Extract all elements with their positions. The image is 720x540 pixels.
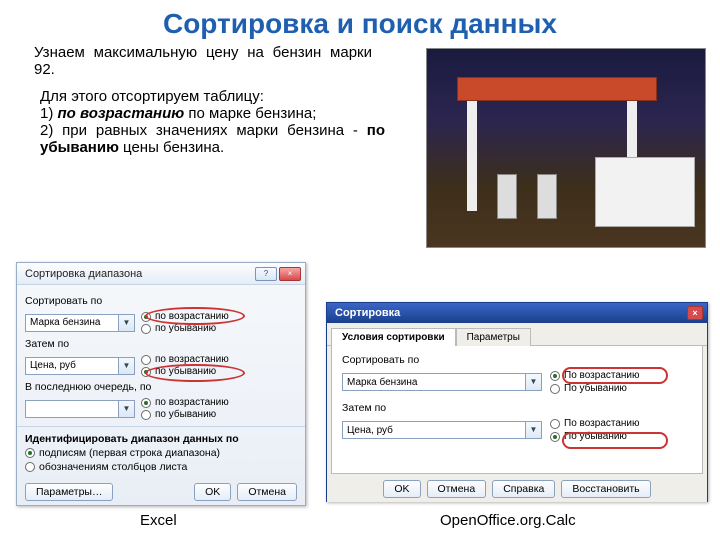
chevron-down-icon: ▼ [118,401,134,417]
oo-desc2-radio[interactable] [550,432,560,442]
body-lead: Для этого отсортируем таблицу: [40,88,385,105]
excel-id1-radio[interactable] [25,448,35,458]
body-item-1: 1) по возрастанию по марке бензина; [40,105,385,122]
body-item-2: 2) при равных значениях марки бензина - … [40,122,385,156]
oo-asc2-label: По возрастанию [564,418,640,429]
excel-cancel-button[interactable]: Отмена [237,483,297,501]
excel-desc3-label: по убыванию [155,409,216,420]
excel-params-button[interactable]: Параметры… [25,483,113,501]
excel-sort-dialog: Сортировка диапазона ? × Сортировать по … [16,262,306,506]
excel-asc1-label: по возрастанию [155,311,229,322]
oo-field2-value: Цена, руб [347,425,393,436]
intro-text: Узнаем максимальную цену на бензин марки… [0,44,400,84]
excel-asc3-label: по возрастанию [155,397,229,408]
excel-asc3-radio[interactable] [141,398,151,408]
oo-thenby-label: Затем по [342,402,692,414]
excel-field1-value: Марка бензина [30,317,100,328]
oo-titlebar: Сортировка × [327,303,707,323]
excel-desc1-radio[interactable] [141,324,151,334]
excel-thenby-label: Затем по [25,338,297,350]
excel-asc2-label: по возрастанию [155,354,229,365]
oo-field2-combo[interactable]: Цена, руб ▼ [342,421,542,439]
excel-desc1-label: по убыванию [155,323,216,334]
gas-station-photo [426,48,706,248]
caption-excel: Excel [140,512,177,529]
caption-oo: OpenOffice.org.Calc [440,512,576,529]
close-icon[interactable]: × [279,267,301,281]
chevron-down-icon: ▼ [118,315,134,331]
excel-dialog-title: Сортировка диапазона [25,268,142,280]
excel-desc2-radio[interactable] [141,367,151,377]
oo-asc2-radio[interactable] [550,419,560,429]
excel-field3-combo[interactable]: ▼ [25,400,135,418]
oo-cancel-button[interactable]: Отмена [427,480,487,498]
oo-reset-button[interactable]: Восстановить [561,480,650,498]
oo-field1-combo[interactable]: Марка бензина ▼ [342,373,542,391]
oo-desc2-label: По убыванию [564,431,627,442]
oo-tab-params[interactable]: Параметры [456,328,531,346]
p1a: 1) [40,105,58,122]
close-icon[interactable]: × [687,306,703,320]
chevron-down-icon: ▼ [525,374,541,390]
excel-id1-label: подписям (первая строка диапазона) [39,447,220,459]
excel-id2-label: обозначениям столбцов листа [39,461,187,473]
excel-asc2-radio[interactable] [141,355,151,365]
help-icon[interactable]: ? [255,267,277,281]
p1em: по возрастанию [58,105,185,122]
p1b: по марке бензина; [184,105,316,122]
excel-identify-label: Идентифицировать диапазон данных по [25,433,297,445]
chevron-down-icon: ▼ [525,422,541,438]
body-text: Для этого отсортируем таблицу: 1) по воз… [0,84,405,156]
oo-dialog-title: Сортировка [335,307,400,319]
oo-asc1-radio[interactable] [550,371,560,381]
excel-sortby-label: Сортировать по [25,295,297,307]
oo-sort-dialog: Сортировка × Условия сортировки Параметр… [326,302,708,502]
excel-field2-value: Цена, руб [30,360,76,371]
oo-help-button[interactable]: Справка [492,480,555,498]
excel-desc3-radio[interactable] [141,410,151,420]
p2a: 2) при равных значениях марки бензина - [40,122,367,139]
oo-ok-button[interactable]: OK [383,480,420,498]
p2b: цены бензина. [119,139,224,156]
oo-asc1-label: По возрастанию [564,370,640,381]
oo-field1-value: Марка бензина [347,377,417,388]
page-title: Сортировка и поиск данных [0,0,720,44]
excel-id2-radio[interactable] [25,462,35,472]
chevron-down-icon: ▼ [118,358,134,374]
excel-asc1-radio[interactable] [141,312,151,322]
excel-ok-button[interactable]: OK [194,483,231,501]
excel-field2-combo[interactable]: Цена, руб ▼ [25,357,135,375]
excel-lastby-label: В последнюю очередь, по [25,381,297,393]
excel-titlebar: Сортировка диапазона ? × [17,263,305,285]
oo-desc1-radio[interactable] [550,384,560,394]
oo-tab-conditions[interactable]: Условия сортировки [331,328,456,346]
excel-field1-combo[interactable]: Марка бензина ▼ [25,314,135,332]
oo-desc1-label: По убыванию [564,383,627,394]
oo-sortby-label: Сортировать по [342,354,692,366]
excel-desc2-label: по убыванию [155,366,216,377]
